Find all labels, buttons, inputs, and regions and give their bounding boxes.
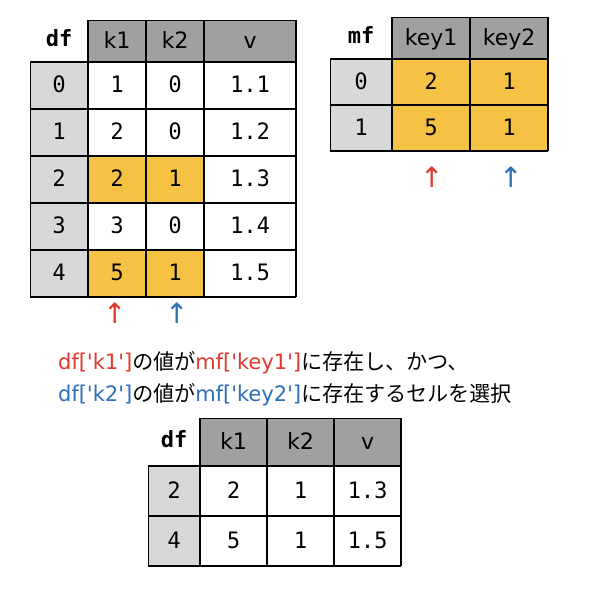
arrow-blue-df: ↑	[165, 297, 189, 330]
cond2-mf-key2: mf['key2']	[195, 382, 302, 406]
cond1-mf-key1: mf['key1']	[195, 350, 302, 374]
mf-table: mf key1 key2 0 2 1 1 5 1	[330, 17, 549, 152]
mf-grid-lines	[330, 17, 549, 152]
result-table: df k1 k2 v 2 2 1 1.3 4 5 1 1.5	[148, 418, 402, 567]
cond1-text: の値が	[132, 350, 196, 374]
cond1-tail: に存在し、かつ、	[301, 350, 469, 374]
condition-line-1: df['k1']の値がmf['key1']に存在し、かつ、	[58, 346, 468, 376]
result-grid-lines	[148, 418, 402, 567]
df-table: df k1 k2 v 0 1 0 1.1 1 2 0 1.2 2 2 1 1.3 3 3 0 1.4 4 5 1 1.5	[30, 20, 297, 298]
arrow-red-mf: ↑	[420, 161, 444, 194]
condition-line-2: df['k2']の値がmf['key2']に存在するセルを選択	[58, 378, 511, 408]
cond2-tail: に存在するセルを選択	[301, 382, 512, 406]
df-grid-lines	[30, 20, 297, 298]
cond2-df-k2: df['k2']	[58, 382, 133, 406]
arrow-red-df: ↑	[103, 297, 127, 330]
cond1-df-k1: df['k1']	[58, 350, 133, 374]
cond2-text: の値が	[132, 382, 196, 406]
arrow-blue-mf: ↑	[499, 161, 523, 194]
